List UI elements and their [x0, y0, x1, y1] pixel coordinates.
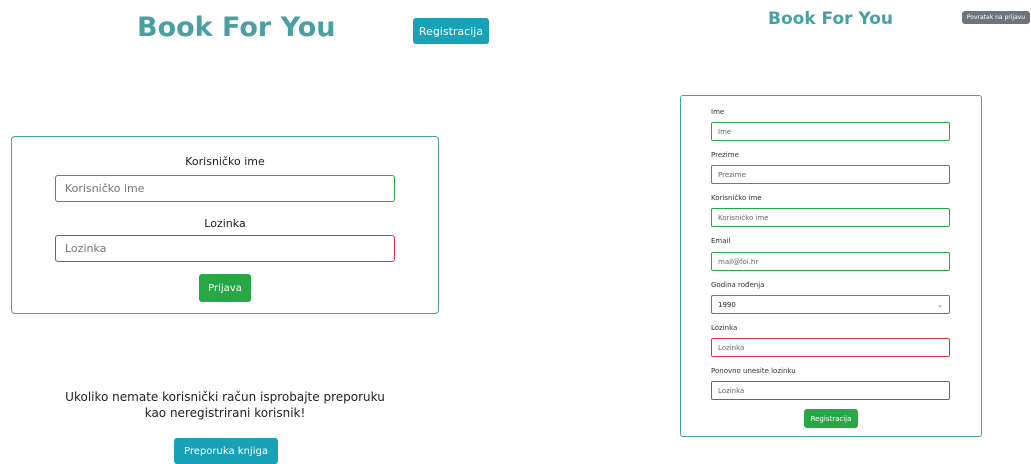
password-label: Lozinka: [204, 217, 246, 230]
registration-form: Ime Ime Prezime Prezime Korisničko ime K…: [680, 95, 982, 437]
guest-message-line-1: Ukoliko nemate korisnički račun isprobaj…: [65, 390, 385, 404]
username-input-reg[interactable]: Korisničko ime: [711, 208, 950, 227]
recommendation-button[interactable]: Preporuka knjiga: [174, 438, 278, 464]
register-button[interactable]: Registracija: [413, 18, 489, 44]
last-name-label: Prezime: [711, 151, 739, 159]
brand-title: Book For You: [137, 12, 336, 43]
password-input[interactable]: Lozinka: [55, 235, 395, 262]
first-name-label: Ime: [711, 108, 725, 116]
confirm-password-input[interactable]: Lozinka: [711, 381, 950, 400]
guest-message: Ukoliko nemate korisnički račun isprobaj…: [35, 389, 415, 421]
first-name-input[interactable]: Ime: [711, 122, 950, 141]
birth-year-label: Godina rođenja: [711, 281, 765, 289]
confirm-password-label: Ponovno unesite lozinku: [711, 367, 796, 375]
brand-title-right: Book For You: [768, 9, 893, 29]
register-submit-button[interactable]: Registracija: [804, 409, 858, 428]
username-label: Korisničko ime: [185, 155, 265, 168]
chevron-down-icon: ⌄: [937, 300, 943, 309]
password-input-reg[interactable]: Lozinka: [711, 338, 950, 357]
login-form: Korisničko ime Korisničko ime Lozinka Lo…: [11, 136, 439, 314]
username-label-reg: Korisničko ime: [711, 194, 762, 202]
last-name-input[interactable]: Prezime: [711, 165, 950, 184]
login-button[interactable]: Prijava: [199, 274, 251, 302]
email-label: Email: [711, 237, 731, 245]
birth-year-value: 1990: [718, 300, 736, 309]
birth-year-select[interactable]: 1990 ⌄: [711, 295, 950, 314]
back-to-login-button[interactable]: Povratak na prijavu: [962, 11, 1030, 24]
email-input[interactable]: mail@foi.hr: [711, 252, 950, 271]
guest-message-line-2: kao neregistrirani korisnik!: [144, 406, 306, 420]
username-input[interactable]: Korisničko ime: [55, 175, 395, 202]
password-label-reg: Lozinka: [711, 324, 738, 332]
